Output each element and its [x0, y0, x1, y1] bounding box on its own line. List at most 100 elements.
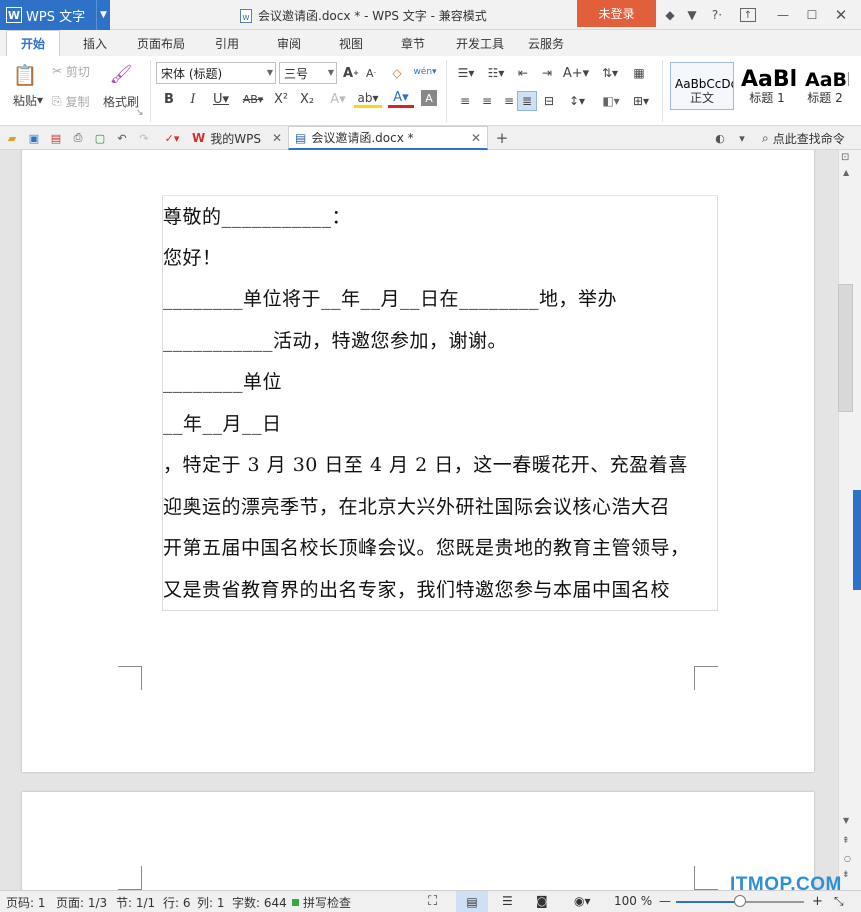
increase-indent-icon[interactable]: ⇥ — [538, 64, 556, 82]
next-page-icon[interactable]: ⇟ — [842, 870, 850, 880]
split-view-icon[interactable]: ⊡ — [841, 152, 849, 163]
zoom-level[interactable]: 100 % — [614, 894, 652, 908]
save-icon[interactable]: ▣ — [26, 130, 42, 146]
chevron-down-icon[interactable]: ▼ — [96, 0, 110, 30]
zoom-in-icon[interactable]: + — [812, 894, 823, 909]
status-word-count[interactable]: 字数: 644 — [232, 894, 287, 911]
paste-button[interactable]: 粘贴 ▾ — [8, 92, 48, 108]
login-button[interactable]: 未登录 — [577, 0, 656, 27]
tab-developer[interactable]: 开发工具 — [450, 30, 510, 56]
distributed-align-icon[interactable]: ⊟ — [540, 92, 558, 110]
minimize-icon[interactable]: — — [774, 6, 792, 24]
align-left-icon[interactable]: ≡ — [456, 92, 474, 110]
scroll-up-icon[interactable]: ▲ — [843, 168, 849, 177]
strikethrough-icon[interactable]: AB▾ — [238, 90, 268, 108]
text-effect-icon[interactable]: A▾ — [328, 90, 348, 108]
numbered-list-icon[interactable]: ☷▾ — [484, 64, 508, 82]
share-icon[interactable]: ◐ — [712, 130, 728, 146]
ribbon-separator — [150, 60, 151, 122]
tab-cloud[interactable]: 云服务 — [522, 30, 570, 56]
font-color-icon[interactable]: A▾ — [388, 90, 414, 108]
underline-icon[interactable]: U▾ — [208, 90, 234, 108]
print-icon[interactable]: ⎙ — [70, 130, 86, 146]
highlight-icon[interactable]: ab▾ — [354, 90, 382, 108]
fullscreen-view-icon[interactable]: ⛶ — [428, 894, 437, 909]
outline-view-icon[interactable]: ☰ — [502, 894, 513, 908]
zoom-out-icon[interactable]: — — [659, 894, 671, 908]
doc-tab-my-wps[interactable]: W 我的WPS ✕ — [186, 126, 288, 150]
copy-button[interactable]: ⎘ 复制 — [52, 92, 89, 110]
doc-tab-invitation[interactable]: ▤ 会议邀请函.docx * ✕ — [288, 126, 488, 150]
text-block[interactable]: 尊敬的___________： 您好！ ________单位将于__年__月__… — [162, 195, 718, 611]
skin-icon[interactable]: ▼ — [683, 6, 701, 24]
cut-button[interactable]: ✂ 剪切 — [52, 62, 90, 80]
maximize-icon[interactable]: ☐ — [803, 6, 821, 24]
text-direction-icon[interactable]: A+▾ — [562, 64, 590, 82]
close-icon[interactable]: ✕ — [272, 131, 282, 145]
font-name-select[interactable]: 宋体 (标题) ▼ — [156, 62, 276, 84]
font-size-select[interactable]: 三号 ▼ — [279, 62, 337, 84]
page-view-icon[interactable]: ▤ — [456, 891, 488, 912]
phonetic-guide-icon[interactable]: wén▾ — [412, 62, 438, 82]
print-preview-icon[interactable]: ▢ — [92, 130, 108, 146]
shading-icon[interactable]: ◧▾ — [598, 92, 624, 110]
table-grid-icon[interactable]: ▦ — [630, 64, 648, 82]
export-pdf-icon[interactable]: ▤ — [48, 130, 64, 146]
tab-view[interactable]: 视图 — [330, 30, 372, 56]
feedback-icon[interactable]: ◆ — [661, 6, 679, 24]
spell-check-button[interactable]: 拼写检查 — [292, 894, 351, 911]
redo-icon[interactable]: ↷ — [136, 130, 152, 146]
bullet-list-icon[interactable]: ☰▾ — [454, 64, 478, 82]
style-normal[interactable]: AaBbCcDd 正文 — [670, 62, 734, 110]
scrollbar-thumb[interactable] — [838, 284, 853, 412]
shrink-font-icon[interactable]: A- — [362, 64, 380, 82]
align-center-icon[interactable]: ≡ — [478, 92, 496, 110]
tab-insert[interactable]: 插入 — [72, 30, 118, 56]
zoom-slider-handle[interactable] — [734, 895, 746, 907]
text-line: __年__月__日 — [163, 413, 282, 435]
clipboard-expand-icon[interactable]: ↘ — [136, 108, 144, 118]
tab-page-layout[interactable]: 页面布局 — [130, 30, 192, 56]
sync-icon[interactable]: ▾ — [734, 130, 750, 146]
help-icon[interactable]: ?· — [706, 6, 728, 24]
scroll-down-icon[interactable]: ▼ — [843, 816, 849, 825]
subscript-icon[interactable]: X₂ — [298, 90, 316, 108]
find-command-box[interactable]: ⌕ 点此查找命令 — [762, 130, 845, 147]
sort-icon[interactable]: ⇅▾ — [598, 64, 622, 82]
status-page-number: 页码: 1 — [6, 896, 46, 910]
open-folder-icon[interactable]: ▰ — [4, 130, 20, 146]
tab-references[interactable]: 引用 — [206, 30, 248, 56]
undo-icon[interactable]: ↶ — [114, 130, 130, 146]
superscript-icon[interactable]: X² — [272, 90, 290, 108]
decrease-indent-icon[interactable]: ⇤ — [514, 64, 532, 82]
style-heading-2[interactable]: AaBl 标题 2 — [800, 62, 850, 110]
grow-font-icon[interactable]: A + — [342, 64, 360, 82]
clear-format-icon[interactable]: ◇ — [388, 64, 406, 82]
app-menu-button[interactable]: W WPS 文字 ▼ — [0, 0, 110, 30]
prev-page-icon[interactable]: ⇞ — [842, 836, 850, 846]
close-icon[interactable]: ✕ — [832, 6, 850, 24]
tab-chapter[interactable]: 章节 — [392, 30, 434, 56]
tab-home[interactable]: 开始 — [6, 30, 60, 56]
format-painter-icon[interactable]: 🖌 — [108, 60, 134, 88]
tab-review[interactable]: 审阅 — [268, 30, 310, 56]
bold-icon[interactable]: B — [160, 90, 178, 108]
format-painter-button[interactable]: 格式刷 — [103, 92, 139, 110]
paste-icon[interactable]: 📋 — [10, 60, 40, 90]
web-view-icon[interactable]: ◙ — [536, 894, 548, 908]
char-shading-icon[interactable]: A — [421, 90, 437, 106]
side-panel-toggle[interactable] — [853, 490, 861, 590]
customize-toolbar-icon[interactable]: ✓▾ — [164, 130, 180, 146]
italic-icon[interactable]: I — [184, 90, 202, 108]
new-tab-icon[interactable]: + — [494, 129, 510, 147]
border-icon[interactable]: ⊞▾ — [630, 92, 652, 110]
select-browse-icon[interactable]: ○ — [844, 854, 851, 863]
align-right-icon[interactable]: ≡ — [500, 92, 518, 110]
justify-icon[interactable]: ≣ — [517, 91, 537, 111]
fit-page-icon[interactable]: ⤡ — [834, 894, 844, 909]
line-spacing-icon[interactable]: ↕▾ — [564, 92, 590, 110]
style-heading-1[interactable]: AaBl 标题 1 — [736, 62, 798, 110]
reading-mode-icon[interactable]: ◉▾ — [574, 894, 591, 908]
restore-layout-icon[interactable]: ↑ — [740, 8, 756, 22]
close-icon[interactable]: ✕ — [471, 131, 481, 145]
